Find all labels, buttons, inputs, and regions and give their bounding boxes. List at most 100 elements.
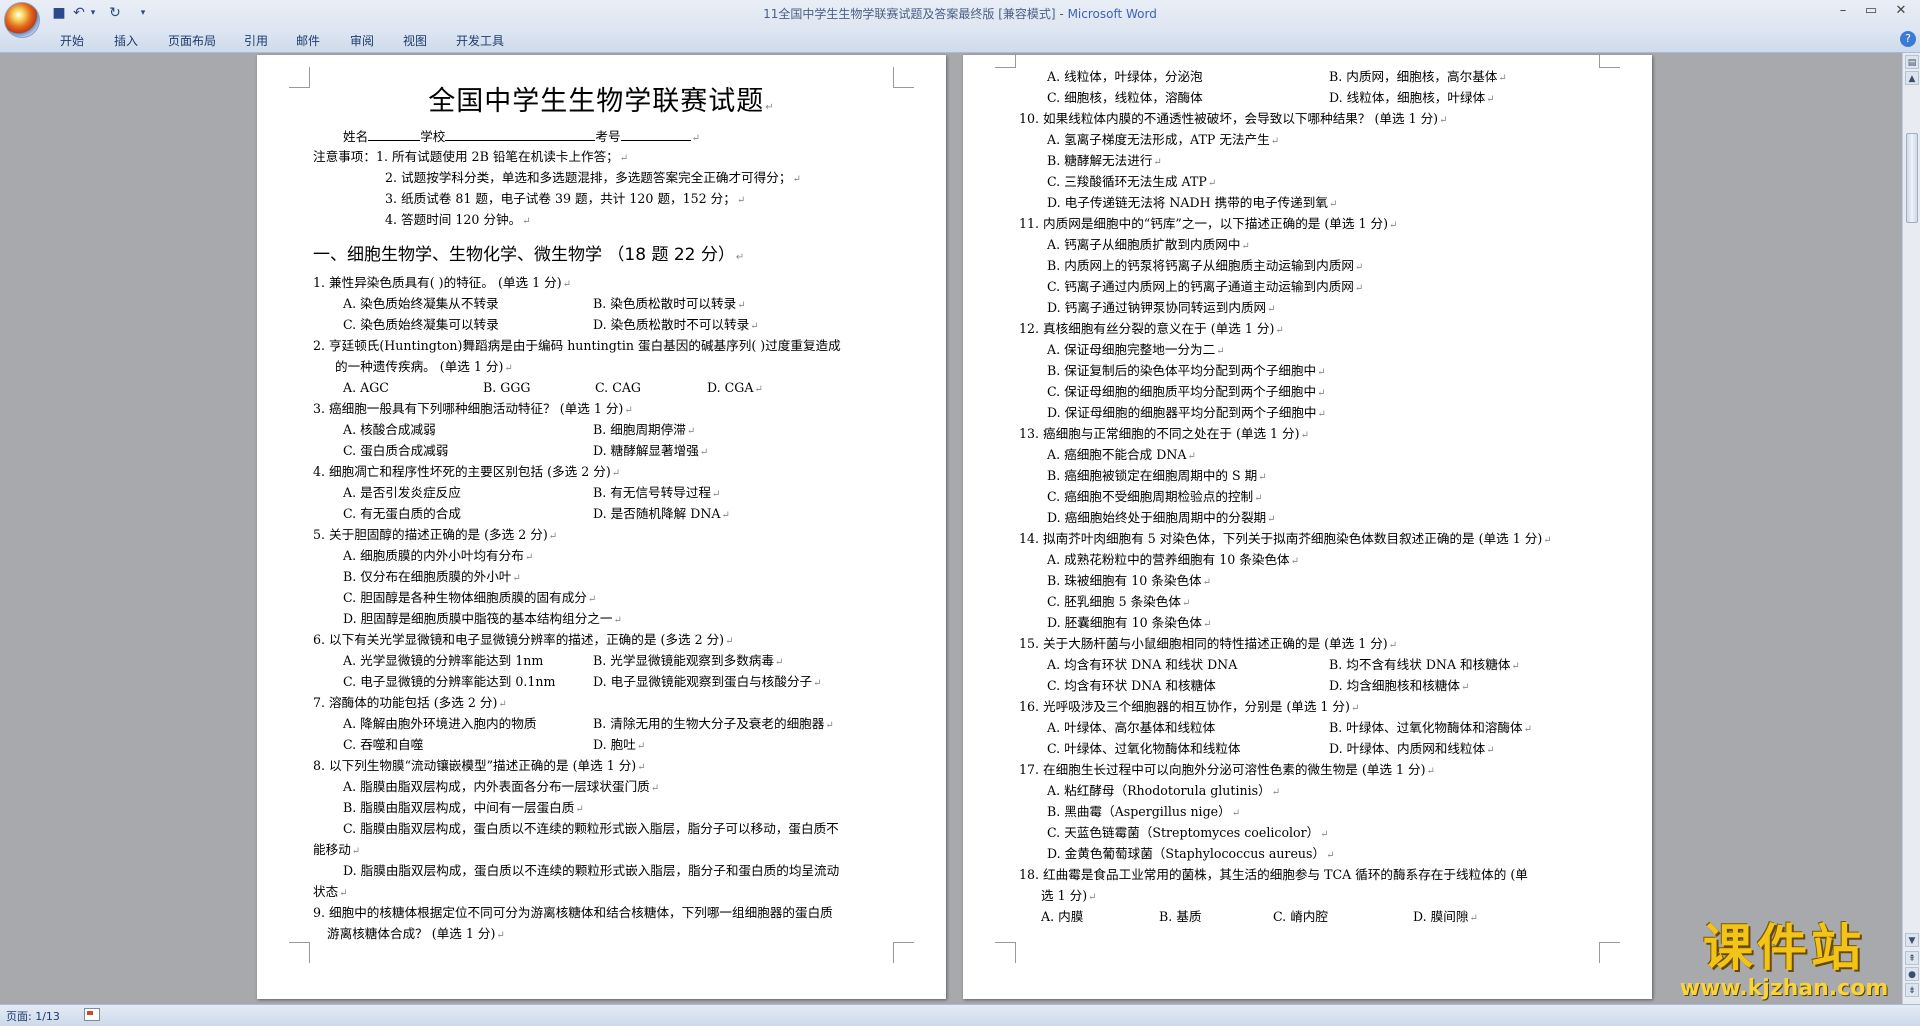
answer-option: A. 内膜 (1041, 909, 1084, 924)
answer-option: B. 基质 (1159, 909, 1202, 924)
ribbon-tabs: 开始 插入 页面布局 引用 邮件 审阅 视图 开发工具 ? (0, 28, 1920, 53)
answer-option: A. 核酸合成减弱 (343, 422, 436, 437)
document-workspace[interactable]: 全国中学生生物学联赛试题↵ 姓名 学校 考号 ↵ 注意事项：1. 所有试题使用 2B … (0, 53, 1902, 1004)
scroll-up-icon[interactable]: ▲ (1905, 71, 1919, 85)
answer-option: B. 细胞周期停滞↵ (593, 422, 696, 437)
answer-option: C. 电子显微镜的分辨率能达到 0.1nm (343, 674, 556, 689)
answer-option: B. 保证复制后的染色体平均分配到两个子细胞中↵ (1047, 363, 1326, 378)
notes-line: 2. 试题按学科分类，单选和多选题混排，多选题答案完全正确才可得分；↵ (385, 170, 801, 185)
document-page-2[interactable]: A. 线粒体，叶绿体，分泌泡 B. 内质网，细胞核，高尔基体↵ C. 细胞核，线… (963, 53, 1652, 999)
watermark-title: 课件站 (1703, 919, 1865, 977)
proofing-status-icon[interactable] (84, 1008, 100, 1021)
vertical-scrollbar[interactable]: ▤ ▲ ▼ ⇞ ● ⇟ (1902, 53, 1920, 1004)
answer-option: C. 吞噬和自噬 (343, 737, 424, 752)
notes-line: 注意事项：1. 所有试题使用 2B 铅笔在机读卡上作答；↵ (313, 149, 629, 164)
answer-option: D. 线粒体，细胞核，叶绿体↵ (1329, 90, 1495, 105)
answer-option: A. 癌细胞不能合成 DNA↵ (1047, 447, 1196, 462)
answer-option: D. 脂膜由脂双层构成，蛋白质以不连续的颗粒形式嵌入脂层，脂分子和蛋白质的均呈流… (343, 863, 840, 878)
help-icon[interactable]: ? (1900, 31, 1916, 47)
question-stem: 7. 溶酶体的功能包括 (多选 2 分)↵ (313, 695, 507, 710)
question-stem: 13. 癌细胞与正常细胞的不同之处在于 (单选 1 分)↵ (1019, 426, 1309, 441)
answer-option: B. 光学显微镜能观察到多数病毒↵ (593, 653, 784, 668)
answer-option: D. 染色质松散时不可以转录↵ (593, 317, 759, 332)
answer-option: B. 内质网，细胞核，高尔基体↵ (1329, 69, 1507, 84)
tab-developer[interactable]: 开发工具 (456, 32, 504, 49)
maximize-button[interactable]: ▭ (1858, 3, 1884, 18)
question-stem: 12. 真核细胞有丝分裂的意义在于 (单选 1 分)↵ (1019, 321, 1284, 336)
answer-option: D. 电子传递链无法将 NADH 携带的电子传递到氧↵ (1047, 195, 1338, 210)
page-corner-mark (1599, 942, 1620, 963)
ruler-toggle-icon[interactable]: ▤ (1905, 55, 1919, 69)
answer-option: C. 均含有环状 DNA 和核糖体 (1047, 678, 1216, 693)
page-corner-mark (995, 53, 1016, 68)
answer-option: D. 保证母细胞的细胞器平均分配到两个子细胞中↵ (1047, 405, 1326, 420)
answer-option: A. 线粒体，叶绿体，分泌泡 (1047, 69, 1203, 84)
select-browse-object-icon[interactable]: ● (1905, 967, 1919, 981)
answer-option: B. 珠被细胞有 10 条染色体↵ (1047, 573, 1212, 588)
answer-option: C. 胚乳细胞 5 条染色体↵ (1047, 594, 1191, 609)
question-stem: 10. 如果线粒体内膜的不通透性被破坏，会导致以下哪种结果？ (单选 1 分)↵ (1019, 111, 1448, 126)
answer-option: A. 粘红酵母（Rhodotorula glutinis）↵ (1047, 783, 1281, 798)
document-title: 全国中学生生物学联赛试题↵ (428, 86, 775, 117)
next-page-icon[interactable]: ⇟ (1905, 983, 1919, 997)
question-stem: 5. 关于胆固醇的描述正确的是 (多选 2 分)↵ (313, 527, 558, 542)
answer-option: A. 光学显微镜的分辨率能达到 1nm (343, 653, 544, 668)
answer-option: A. 细胞质膜的内外小叶均有分布↵ (343, 548, 534, 563)
question-stem: 1. 兼性异染色质具有( )的特征。 (单选 1 分)↵ (313, 275, 571, 290)
question-stem: 选 1 分)↵ (1041, 888, 1097, 903)
answer-option: C. 有无蛋白质的合成 (343, 506, 461, 521)
answer-option: A. AGC (343, 380, 389, 395)
answer-option: A. 脂膜由脂双层构成，内外表面各分布一层球状蛋门质↵ (343, 779, 660, 794)
watermark-url: www.kjzhan.com (1679, 976, 1889, 1001)
title-bar: ■ ↶ ▾ ↻ ▾ 11全国中学生生物学联赛试题及答案最终版 [兼容模式] - … (0, 0, 1920, 38)
scrollbar-thumb[interactable] (1906, 133, 1918, 223)
answer-option: C. CAG (595, 380, 641, 395)
scroll-down-icon[interactable]: ▼ (1905, 933, 1919, 947)
answer-option: C. 嵴内腔 (1273, 909, 1328, 924)
answer-option: D. 癌细胞始终处于细胞周期中的分裂期↵ (1047, 510, 1276, 525)
question-stem: 16. 光呼吸涉及三个细胞器的相互协作，分别是 (单选 1 分)↵ (1019, 699, 1360, 714)
answer-option: B. GGG (483, 380, 531, 395)
notes-line: 4. 答题时间 120 分钟。↵ (385, 212, 531, 227)
answer-option: D. 金黄色葡萄球菌（Staphylococcus aureus）↵ (1047, 846, 1335, 861)
previous-page-icon[interactable]: ⇞ (1905, 951, 1919, 965)
question-stem: 的一种遗传疾病。 (单选 1 分)↵ (335, 359, 513, 374)
window-title: 11全国中学生生物学联赛试题及答案最终版 [兼容模式] - Microsoft … (0, 5, 1920, 22)
tab-view[interactable]: 视图 (403, 32, 427, 49)
answer-option: B. 仅分布在细胞质膜的外小叶↵ (343, 569, 521, 584)
notes-line: 3. 纸质试卷 81 题，电子试卷 39 题，共计 120 题，152 分；↵ (385, 191, 746, 206)
question-stem: 4. 细胞凋亡和程序性坏死的主要区别包括 (多选 2 分)↵ (313, 464, 621, 479)
answer-option: A. 氢离子梯度无法形成，ATP 无法产生↵ (1047, 132, 1280, 147)
document-page-1[interactable]: 全国中学生生物学联赛试题↵ 姓名 学校 考号 ↵ 注意事项：1. 所有试题使用 2B … (257, 55, 946, 999)
tab-mailings[interactable]: 邮件 (296, 32, 320, 49)
answer-option: A. 降解由胞外环境进入胞内的物质 (343, 716, 537, 731)
answer-option: B. 叶绿体、过氧化物酶体和溶酶体↵ (1329, 720, 1532, 735)
tab-page-layout[interactable]: 页面布局 (168, 32, 216, 49)
answer-option: B. 有无信号转导过程↵ (593, 485, 721, 500)
tab-references[interactable]: 引用 (244, 32, 268, 49)
watermark-logo: 课件站 www.kjzhan.com (1668, 920, 1900, 1002)
answer-option: A. 染色质始终凝集从不转录 (343, 296, 499, 311)
answer-option: D. 膜间隙↵ (1413, 909, 1478, 924)
answer-option: C. 蛋白质合成减弱 (343, 443, 449, 458)
close-button[interactable]: ✕ (1888, 3, 1914, 18)
status-bar: 页面: 1/13 (0, 1004, 1920, 1026)
answer-option: C. 叶绿体、过氧化物酶体和线粒体 (1047, 741, 1241, 756)
question-stem: 15. 关于大肠杆菌与小鼠细胞相同的特性描述正确的是 (单选 1 分)↵ (1019, 636, 1398, 651)
page-corner-mark (995, 942, 1016, 963)
answer-option: D. 糖酵解显著增强↵ (593, 443, 709, 458)
question-stem: 18. 红曲霉是食品工业常用的菌株，其生活的细胞参与 TCA 循环的酶系存在于线… (1019, 867, 1528, 882)
answer-option: D. 电子显微镜能观察到蛋白与核酸分子↵ (593, 674, 822, 689)
tab-home[interactable]: 开始 (60, 32, 84, 49)
answer-option: B. 内质网上的钙泵将钙离子从细胞质主动运输到内质网↵ (1047, 258, 1364, 273)
answer-option: A. 成熟花粉粒中的营养细胞有 10 条染色体↵ (1047, 552, 1300, 567)
answer-option: B. 癌细胞被锁定在细胞周期中的 S 期↵ (1047, 468, 1267, 483)
tab-insert[interactable]: 插入 (114, 32, 138, 49)
office-button[interactable] (4, 2, 40, 38)
answer-option: C. 染色质始终凝集可以转录 (343, 317, 499, 332)
minimize-button[interactable]: – (1830, 3, 1856, 18)
answer-option: D. 胆固醇是细胞质膜中脂筏的基本结构组分之一↵ (343, 611, 622, 626)
answer-option: D. 钙离子通过钠钾泵协同转运到内质网↵ (1047, 300, 1276, 315)
tab-review[interactable]: 审阅 (350, 32, 374, 49)
page-count-status[interactable]: 页面: 1/13 (6, 1008, 60, 1024)
